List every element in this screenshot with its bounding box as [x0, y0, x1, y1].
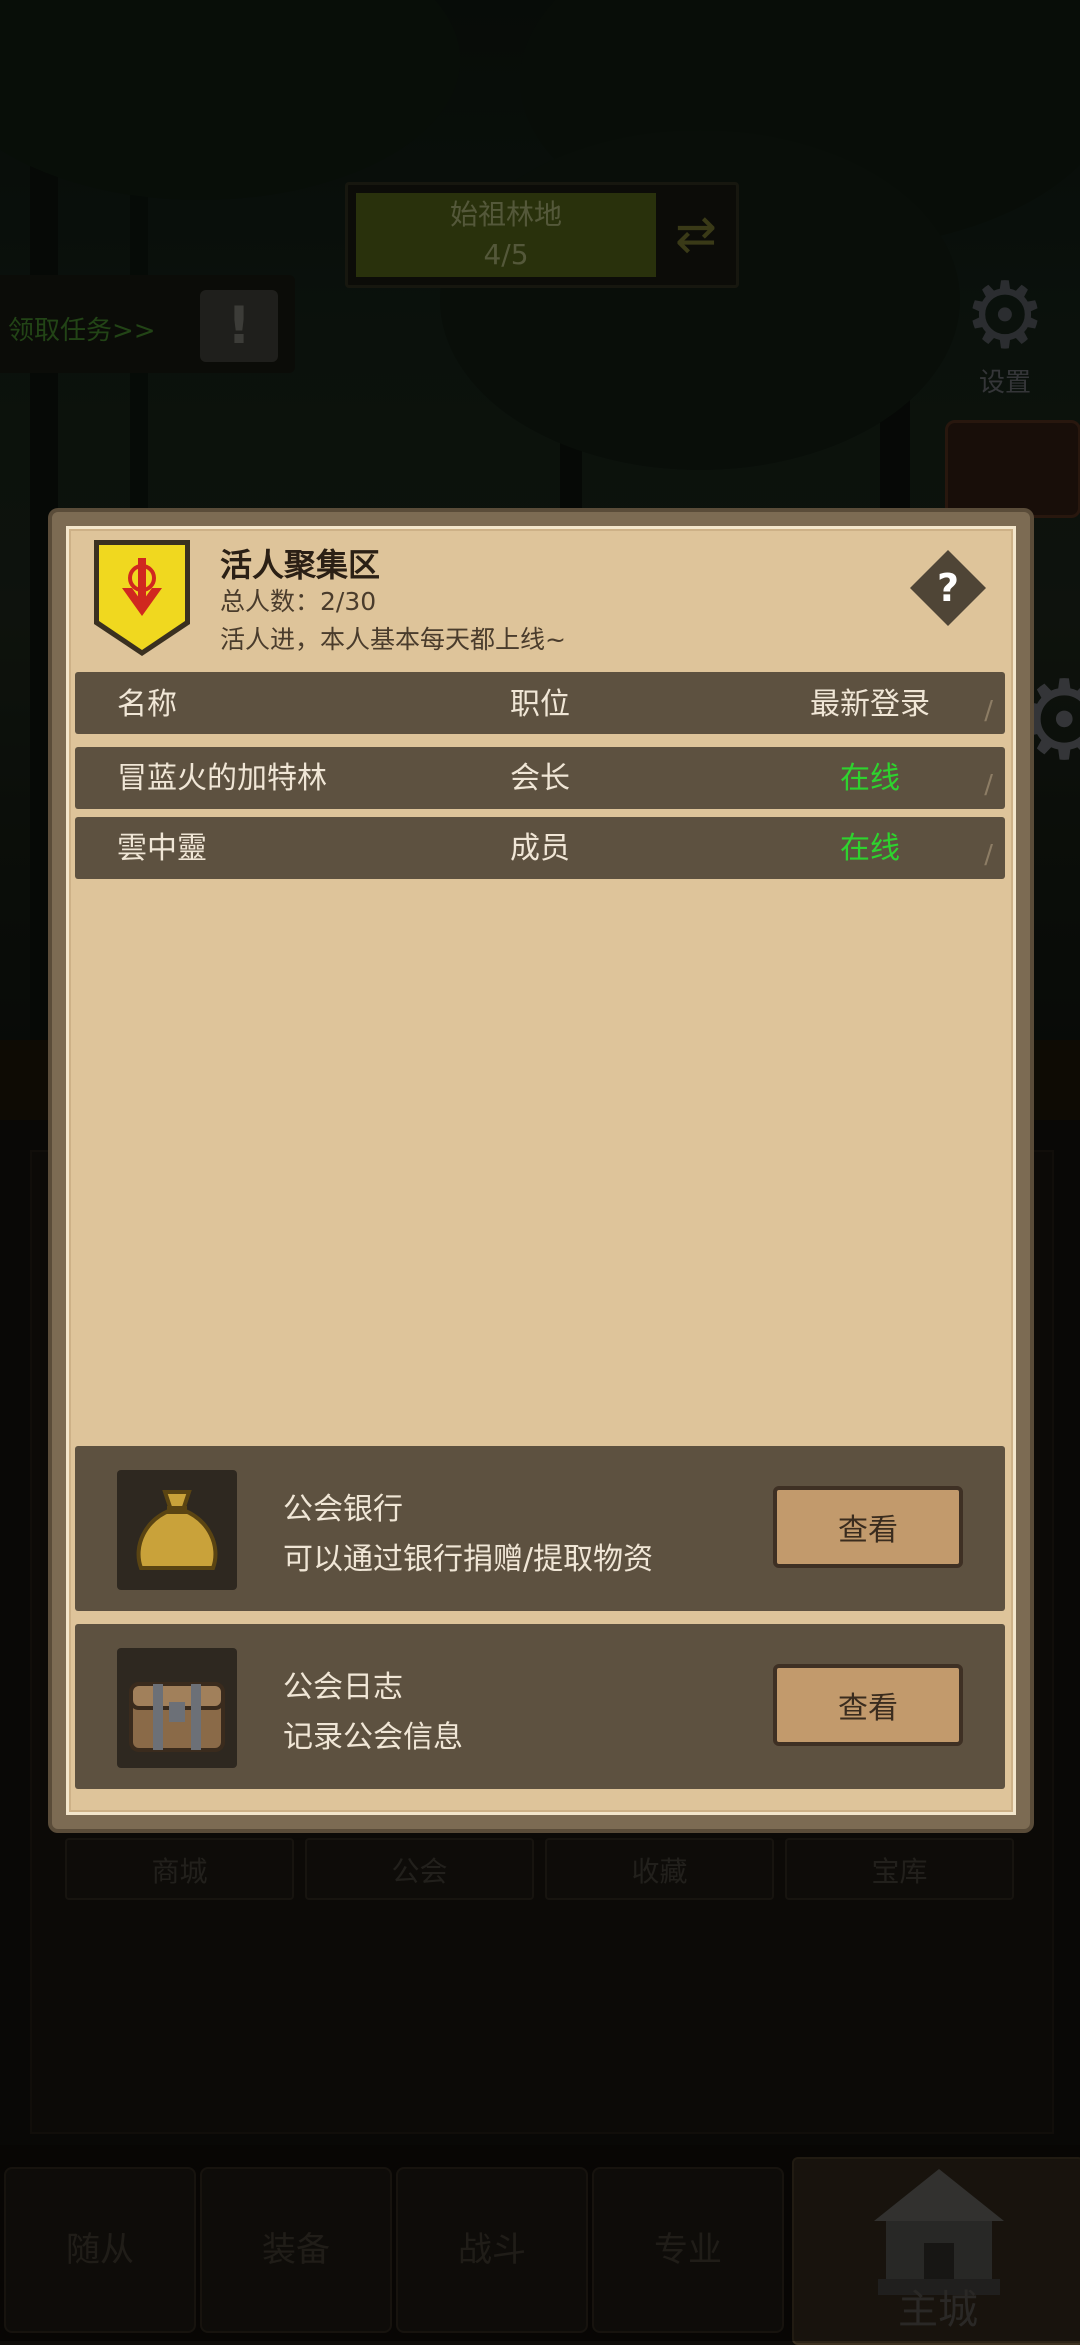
table-row[interactable]: 冒蓝火的加特林 会长 在线 / — [75, 747, 1005, 809]
guild-bank-title: 公会银行 — [283, 1492, 403, 1527]
guild-tabs: 商城 公会 收藏 宝库 — [65, 1838, 1015, 1900]
gear-icon: ⚙ — [963, 262, 1047, 369]
zone-name: 始祖林地 — [449, 198, 562, 231]
zone-progress: 4/5 — [483, 238, 529, 271]
nav-equipment[interactable]: 装备 — [200, 2167, 392, 2333]
treasure-chest-icon — [117, 1648, 237, 1768]
swap-icon[interactable]: ⇄ — [666, 201, 726, 267]
member-status: 在线 — [840, 831, 900, 866]
nav-main-label: 主城 — [898, 2287, 978, 2333]
guild-log-view-button[interactable]: 查看 — [773, 1664, 963, 1746]
member-name: 雲中靈 — [117, 831, 207, 866]
exclamation-icon[interactable]: ! — [200, 290, 278, 362]
guild-bank-desc: 可以通过银行捐赠/提取物资 — [283, 1542, 654, 1577]
nav-followers[interactable]: 随从 — [4, 2167, 196, 2333]
header-role: 职位 — [510, 687, 570, 722]
member-role: 会长 — [510, 761, 570, 796]
zone-info: 始祖林地 4/5 — [356, 193, 656, 277]
guild-name: 活人聚集区 — [220, 546, 381, 584]
guild-log-desc: 记录公会信息 — [283, 1720, 463, 1755]
svg-text:?: ? — [937, 566, 959, 610]
book-icon[interactable] — [945, 420, 1080, 518]
guild-log-title: 公会日志 — [283, 1670, 403, 1705]
member-status: 在线 — [840, 761, 900, 796]
help-icon[interactable]: ? — [908, 548, 988, 628]
tab-shop[interactable]: 商城 — [65, 1838, 294, 1900]
corner-mark: / — [984, 770, 993, 800]
nav-profession[interactable]: 专业 — [592, 2167, 784, 2333]
guild-bank-view-button[interactable]: 查看 — [773, 1486, 963, 1568]
guild-emblem-icon — [94, 540, 190, 656]
zone-banner[interactable]: 始祖林地 4/5 ⇄ — [345, 182, 739, 288]
tab-treasury[interactable]: 宝库 — [785, 1838, 1014, 1900]
table-row[interactable]: 雲中靈 成员 在线 / — [75, 817, 1005, 879]
guild-bank-card: 公会银行 可以通过银行捐赠/提取物资 查看 — [75, 1446, 1005, 1611]
table-header: 名称 职位 最新登录 / — [75, 672, 1005, 734]
corner-mark: / — [984, 696, 993, 726]
quest-link[interactable]: 领取任务>> — [8, 310, 156, 347]
header-last-login: 最新登录 — [810, 687, 930, 722]
header-name: 名称 — [117, 687, 177, 722]
member-count-label: 总人数： — [220, 587, 321, 616]
quest-panel[interactable]: 领取任务>> ! — [0, 275, 295, 373]
nav-battle[interactable]: 战斗 — [396, 2167, 588, 2333]
tab-guild[interactable]: 公会 — [305, 1838, 534, 1900]
member-count-value: 2/30 — [320, 587, 377, 616]
corner-mark: / — [984, 840, 993, 870]
guild-description: 活人进，本人基本每天都上线~ — [220, 625, 566, 654]
settings-button[interactable]: ⚙ 设置 — [950, 270, 1060, 400]
bottom-nav: 随从 装备 战斗 专业 主城 — [0, 2145, 1080, 2345]
member-role: 成员 — [510, 831, 570, 866]
member-name: 冒蓝火的加特林 — [117, 761, 327, 796]
money-bag-icon — [117, 1470, 237, 1590]
guild-member-count: 总人数：2/30 — [220, 582, 376, 618]
tab-collection[interactable]: 收藏 — [545, 1838, 774, 1900]
guild-log-card: 公会日志 记录公会信息 查看 — [75, 1624, 1005, 1789]
nav-main-city[interactable]: 主城 — [792, 2157, 1080, 2345]
